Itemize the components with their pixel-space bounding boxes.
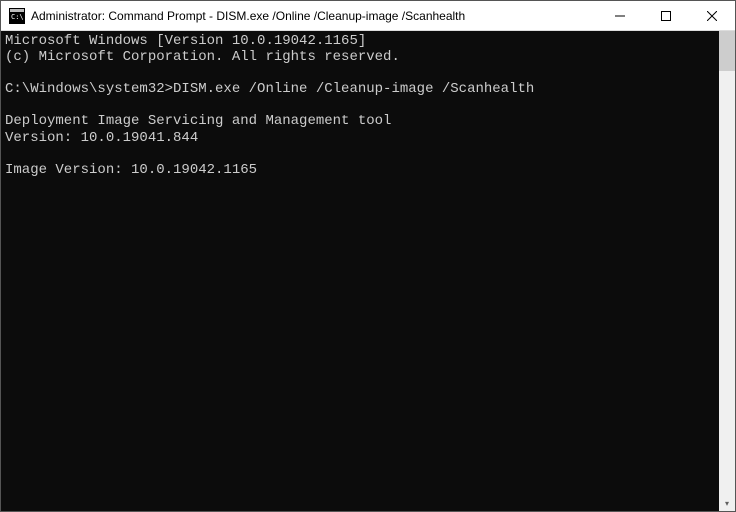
terminal-area: Microsoft Windows [Version 10.0.19042.11… <box>1 31 735 511</box>
window-controls <box>597 1 735 30</box>
scroll-thumb[interactable] <box>719 31 735 71</box>
titlebar: C:\ Administrator: Command Prompt - DISM… <box>1 1 735 31</box>
terminal[interactable]: Microsoft Windows [Version 10.0.19042.11… <box>1 31 719 511</box>
svg-text:C:\: C:\ <box>11 13 24 21</box>
close-button[interactable] <box>689 1 735 30</box>
terminal-line: Image Version: 10.0.19042.1165 <box>5 162 257 178</box>
scrollbar[interactable]: ▴ ▾ <box>719 31 735 511</box>
window-title: Administrator: Command Prompt - DISM.exe… <box>31 9 597 23</box>
terminal-line: Microsoft Windows [Version 10.0.19042.11… <box>5 33 366 49</box>
terminal-line: Version: 10.0.19041.844 <box>5 130 198 146</box>
terminal-prompt-line: C:\Windows\system32>DISM.exe /Online /Cl… <box>5 81 534 97</box>
minimize-button[interactable] <box>597 1 643 30</box>
cmd-icon: C:\ <box>9 8 25 24</box>
terminal-line: Deployment Image Servicing and Managemen… <box>5 113 391 129</box>
maximize-button[interactable] <box>643 1 689 30</box>
scroll-down-icon[interactable]: ▾ <box>719 495 735 511</box>
terminal-line: (c) Microsoft Corporation. All rights re… <box>5 49 400 65</box>
